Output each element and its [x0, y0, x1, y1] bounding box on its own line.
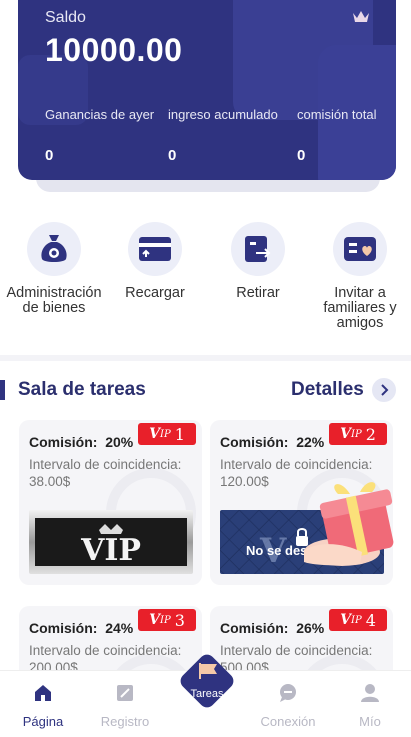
edit-icon: [117, 685, 133, 701]
svg-text:VIP: VIP: [80, 533, 141, 568]
withdraw-icon: [245, 236, 271, 262]
tab-label: Página: [22, 714, 64, 729]
chevron-right-icon[interactable]: [372, 378, 396, 402]
balance-card: Saldo 10000.00 Ganancias de ayer 0 ingre…: [18, 0, 396, 180]
action-asset-management[interactable]: Administración de bienes: [0, 222, 109, 316]
interval-text: Intervalo de coincidencia: 38.00$: [29, 457, 182, 489]
action-withdraw[interactable]: Retirar: [203, 222, 313, 301]
commission-text: Comisión: 22%: [220, 434, 325, 450]
tab-label: Conexión: [260, 714, 316, 729]
stat-label: ingreso acumulado: [168, 107, 278, 122]
action-icon-wrap: [333, 222, 387, 276]
vip-banner-image: VIP: [29, 510, 193, 574]
tab-connection[interactable]: Conexión: [248, 683, 328, 729]
section-title: Sala de tareas: [18, 379, 146, 400]
action-label: Invitar a familiares y amigos: [323, 285, 397, 331]
commission-text: Comisión: 24%: [29, 620, 134, 636]
action-icon-wrap: [128, 222, 182, 276]
tab-label: Mío: [359, 714, 381, 729]
invite-card-icon: [344, 237, 376, 261]
action-label: Retirar: [236, 285, 280, 301]
user-icon: [361, 684, 379, 702]
balance-value: 10000.00: [45, 32, 183, 68]
action-icon-wrap: [27, 222, 81, 276]
tasks-diamond: [177, 651, 237, 711]
stat-label: comisión total: [297, 107, 377, 122]
stat-value: 0: [168, 147, 177, 164]
commission-text: Comisión: 20%: [29, 434, 134, 450]
vip-card-1[interactable]: Comisión: 20% Intervalo de coincidencia:…: [19, 420, 202, 585]
card-icon: [139, 237, 171, 261]
stat-value: 0: [45, 147, 54, 164]
crown-icon: [353, 11, 369, 22]
vip-badge: V IP 1: [138, 423, 196, 445]
chat-icon: [280, 684, 296, 702]
home-icon: [35, 685, 51, 701]
stat-commission: comisión total 0: [297, 107, 377, 163]
stat-accumulated: ingreso acumulado 0: [168, 107, 278, 163]
tab-profile[interactable]: Mío: [330, 683, 410, 729]
action-label: Administración de bienes: [6, 285, 102, 316]
vip-badge: V IP 2: [329, 423, 387, 445]
vip-badge: V IP 3: [138, 609, 196, 631]
money-bag-icon: [41, 235, 67, 262]
gift-box-icon[interactable]: [302, 474, 411, 569]
tab-tasks[interactable]: Tareas: [177, 651, 237, 711]
stat-yesterday: Ganancias de ayer 0: [45, 107, 155, 163]
tab-label: Registro: [100, 714, 150, 729]
section-accent: [0, 380, 5, 400]
details-link[interactable]: Detalles: [291, 379, 364, 401]
action-invite[interactable]: Invitar a familiares y amigos: [305, 222, 411, 331]
flag-icon: [199, 663, 217, 679]
action-icon-wrap: [231, 222, 285, 276]
stat-value: 0: [297, 147, 306, 164]
stat-label: Ganancias de ayer: [45, 107, 155, 122]
action-label: Recargar: [125, 285, 185, 301]
action-recharge[interactable]: Recargar: [100, 222, 210, 301]
section-divider: [0, 355, 411, 361]
tab-label: Tareas: [190, 688, 224, 700]
vip-badge: V IP 4: [329, 609, 387, 631]
tab-home[interactable]: Página: [3, 683, 83, 729]
balance-label: Saldo: [45, 9, 86, 26]
tab-records[interactable]: Registro: [85, 683, 165, 729]
commission-text: Comisión: 26%: [220, 620, 325, 636]
